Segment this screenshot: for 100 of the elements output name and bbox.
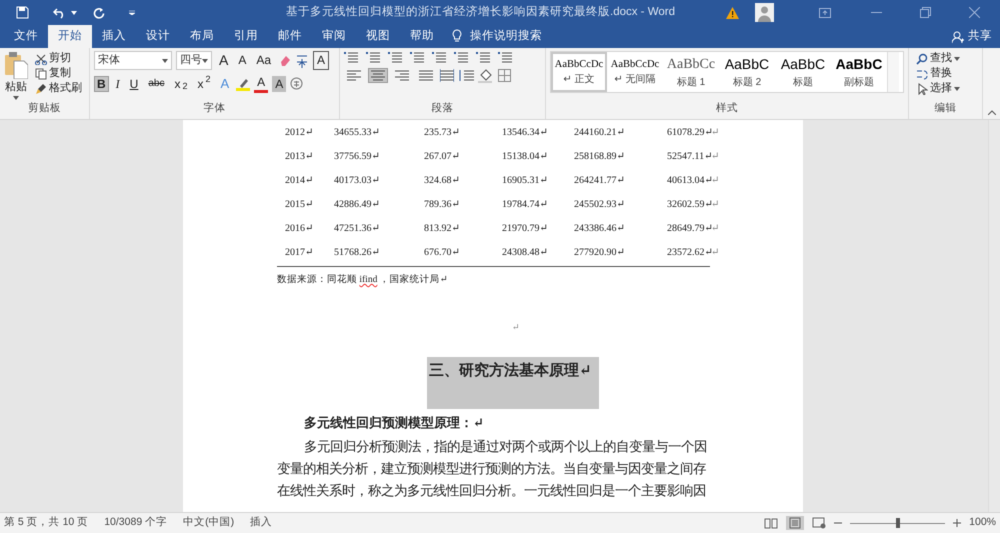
table-cell-text: 2013↵: [285, 150, 314, 164]
character-shading-button[interactable]: A: [272, 76, 286, 92]
table-cell-text: 2015↵: [285, 198, 314, 212]
table-cell-text: 813.92↵: [424, 222, 461, 236]
tell-me-search[interactable]: 操作说明搜索: [462, 25, 552, 48]
enclosed-character-icon[interactable]: [290, 77, 304, 90]
alignment-button[interactable]: [344, 68, 364, 83]
caret-icon[interactable]: [954, 56, 960, 61]
body-paragraph: 多元回归分析预测法，指的是通过对两个或两个以上的自变量与一个因变量的相关分析，建立预测模型进行预测的方法。当自变量与因变量之间存在线性关系时，称之为多元线性回归分析。一元线性回归是一个主要影响因: [277, 438, 708, 500]
collapse-ribbon-icon[interactable]: [988, 110, 996, 115]
editing-action[interactable]: 查找: [913, 51, 978, 66]
caret-icon[interactable]: [13, 96, 19, 100]
bold-button[interactable]: B: [94, 76, 109, 92]
ribbon-display-icon[interactable]: [819, 8, 831, 18]
strikethrough-button[interactable]: abc: [145, 76, 168, 91]
superscript-button[interactable]: x$^{2}$: [194, 76, 214, 92]
ribbon-tab[interactable]: 邮件: [268, 25, 312, 48]
caret-icon[interactable]: [202, 58, 208, 62]
window-title: 基于多元线性回归模型的浙江省经济增长影响因素研究最终版.docx - Word: [285, 4, 676, 20]
page-count[interactable]: 第 5 页，共 10 页: [4, 515, 88, 531]
close-icon[interactable]: [969, 7, 980, 18]
web-layout-icon[interactable]: [812, 517, 826, 529]
clipboard-action[interactable]: 格式刷: [32, 81, 85, 97]
ribbon-tab[interactable]: 设计: [136, 25, 180, 48]
table-cell-text: 52547.11↵: [667, 150, 711, 164]
clear-formatting-icon[interactable]: [278, 54, 292, 67]
table-cell-text: 277920.90↵: [574, 246, 626, 260]
ribbon-tab[interactable]: 开始: [48, 25, 92, 48]
zoom-slider[interactable]: [850, 518, 946, 528]
style-option[interactable]: AaBbCcDc ↵ 正文: [551, 52, 607, 92]
table-cell-text: 324.68↵: [424, 174, 461, 188]
language-indicator[interactable]: 中文(中国): [183, 515, 234, 531]
zoom-slider-thumb[interactable]: [896, 518, 900, 528]
distributed-icon[interactable]: [440, 69, 454, 82]
font-size-field[interactable]: 四号: [176, 51, 212, 70]
clipboard-action[interactable]: 剪切: [32, 51, 85, 66]
read-mode-icon[interactable]: [764, 517, 778, 529]
customize-caret-icon[interactable]: [129, 10, 135, 15]
redo-icon[interactable]: [93, 6, 105, 18]
highlighter-icon[interactable]: [236, 76, 250, 91]
ribbon-tab[interactable]: 布局: [180, 25, 224, 48]
table-cell-text: 40613.04↵: [667, 174, 711, 188]
subscript-button[interactable]: x$_{2}$: [171, 76, 190, 92]
zoom-in-icon[interactable]: [953, 519, 962, 527]
caret-icon[interactable]: [162, 58, 168, 62]
minimize-icon[interactable]: [871, 12, 882, 14]
paste-button[interactable]: 粘贴: [4, 51, 28, 100]
table-cell-text: 16905.31↵: [502, 174, 549, 188]
zoom-level[interactable]: 100%: [969, 515, 996, 531]
grow-font-button[interactable]: A: [216, 51, 232, 70]
table-cell-text: 40173.03↵: [334, 174, 381, 188]
table-cell-text: 42886.49↵: [334, 198, 381, 212]
word-count[interactable]: 10/3089 个字: [104, 515, 168, 531]
change-case-button[interactable]: Aa: [253, 52, 274, 69]
table-cell-text: 676.70↵: [424, 246, 461, 260]
borders-icon[interactable]: [498, 69, 511, 82]
share-person-icon[interactable]: [952, 30, 964, 42]
clipboard-action[interactable]: 复制: [32, 66, 85, 82]
ribbon-tab[interactable]: 引用: [224, 25, 268, 48]
save-icon[interactable]: [16, 6, 29, 19]
copy-icon: [35, 68, 47, 80]
ribbon-tab[interactable]: 视图: [356, 25, 400, 48]
italic-button[interactable]: I: [112, 76, 123, 92]
alignment-button[interactable]: [392, 68, 412, 83]
replace-icon: [916, 68, 928, 80]
table-cell-text: 2014↵: [285, 174, 314, 188]
ribbon-tab[interactable]: 插入: [92, 25, 136, 48]
ribbon-tab[interactable]: 帮助: [400, 25, 444, 48]
ribbon-tab[interactable]: 审阅: [312, 25, 356, 48]
cursor-icon: [916, 82, 928, 95]
font-name-field[interactable]: 宋体: [94, 51, 172, 70]
alignment-button[interactable]: [416, 68, 436, 83]
caret-icon[interactable]: [954, 86, 960, 91]
table-cell-text: 2017↵: [285, 246, 314, 260]
cell-end-mark: ↵: [711, 150, 720, 164]
ribbon-tab[interactable]: 文件: [4, 25, 48, 48]
cell-end-mark: ↵: [711, 174, 720, 188]
table-cell-text: 244160.21↵: [574, 126, 626, 140]
section-heading: 三、研究方法基本原理↵: [427, 356, 599, 409]
bullets-icon[interactable]: [344, 51, 358, 64]
table-cell-text: 47251.36↵: [334, 222, 381, 236]
table-cell-text: 2016↵: [285, 222, 314, 236]
insert-mode[interactable]: 插入: [250, 515, 272, 531]
character-border-button[interactable]: A: [313, 51, 330, 70]
lightbulb-icon[interactable]: [452, 29, 462, 43]
alignment-button[interactable]: [368, 68, 388, 83]
warning-icon: [726, 6, 739, 18]
share-button[interactable]: 共享: [964, 25, 992, 48]
editing-action[interactable]: 替换: [913, 66, 978, 82]
line-spacing-icon[interactable]: [458, 69, 474, 82]
table-cell-text: 32602.59↵: [667, 198, 711, 212]
font-color-button[interactable]: A: [254, 74, 268, 94]
print-layout-icon[interactable]: [786, 516, 804, 530]
group-label: 字体: [202, 101, 226, 116]
maximize-icon[interactable]: [920, 7, 931, 18]
cell-end-mark: ↵: [711, 222, 720, 236]
underline-button[interactable]: U: [126, 76, 142, 92]
editing-action[interactable]: 选择: [913, 81, 978, 97]
shrink-font-button[interactable]: A: [235, 52, 250, 69]
caret-icon[interactable]: [71, 10, 77, 14]
